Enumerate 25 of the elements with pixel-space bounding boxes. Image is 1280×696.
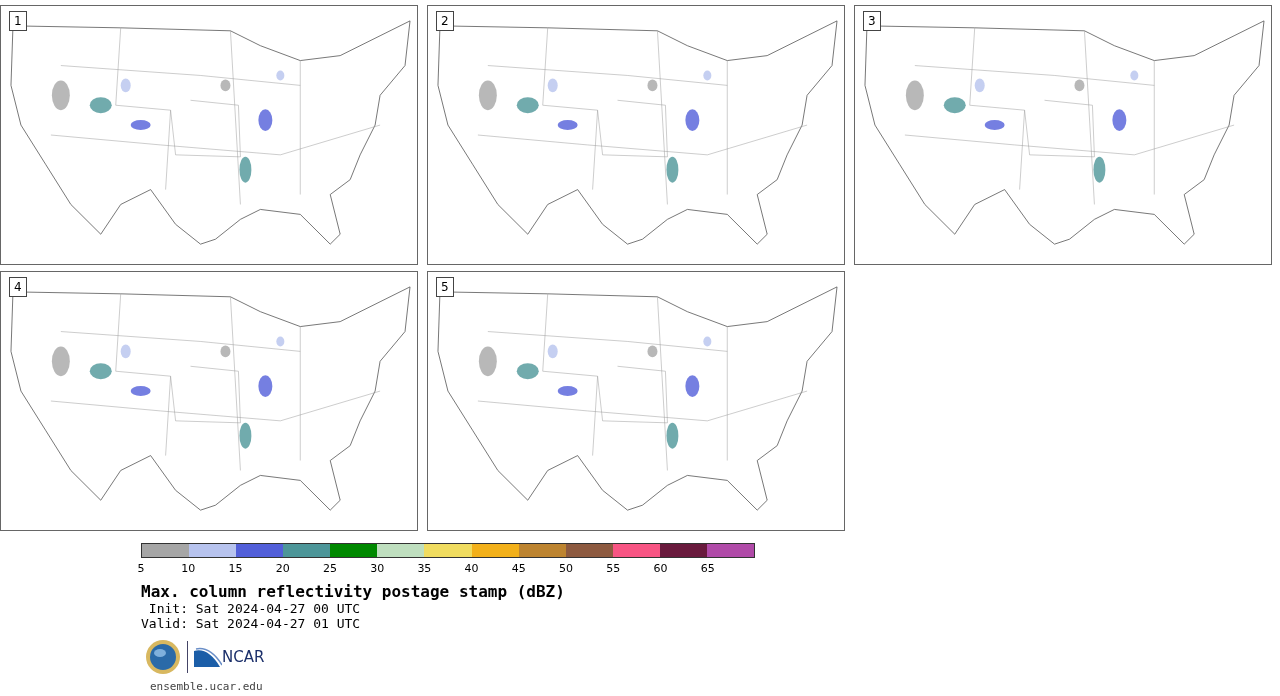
- arc-logo-icon: [194, 647, 222, 667]
- init-time: Init: Sat 2024-04-27 00 UTC: [147, 601, 362, 616]
- tick-label: 65: [700, 562, 715, 575]
- tick-label: 40: [464, 562, 479, 575]
- site-link[interactable]: ensemble.ucar.edu: [150, 680, 263, 693]
- chart-title: Max. column reflectivity postage stamp (dBZ): [141, 582, 566, 601]
- panel-number: 2: [436, 11, 454, 31]
- valid-time: Valid: Sat 2024-04-27 01 UTC: [141, 616, 362, 631]
- tick-label: 20: [275, 562, 290, 575]
- tick-label: 25: [322, 562, 337, 575]
- panel-number: 5: [436, 277, 454, 297]
- tick-label: 50: [559, 562, 574, 575]
- tick-label: 5: [137, 562, 145, 575]
- tick-label: 35: [417, 562, 432, 575]
- logo-text: NCAR: [222, 648, 265, 666]
- tick-label: 10: [181, 562, 196, 575]
- panel-number: 1: [9, 11, 27, 31]
- tick-label: 45: [511, 562, 526, 575]
- tick-label: 15: [228, 562, 243, 575]
- panel-number: 4: [9, 277, 27, 297]
- globe-logo-icon: [145, 639, 181, 675]
- panel-number: 3: [863, 11, 881, 31]
- tick-label: 30: [370, 562, 385, 575]
- tick-label: 55: [606, 562, 621, 575]
- tick-label: 60: [653, 562, 668, 575]
